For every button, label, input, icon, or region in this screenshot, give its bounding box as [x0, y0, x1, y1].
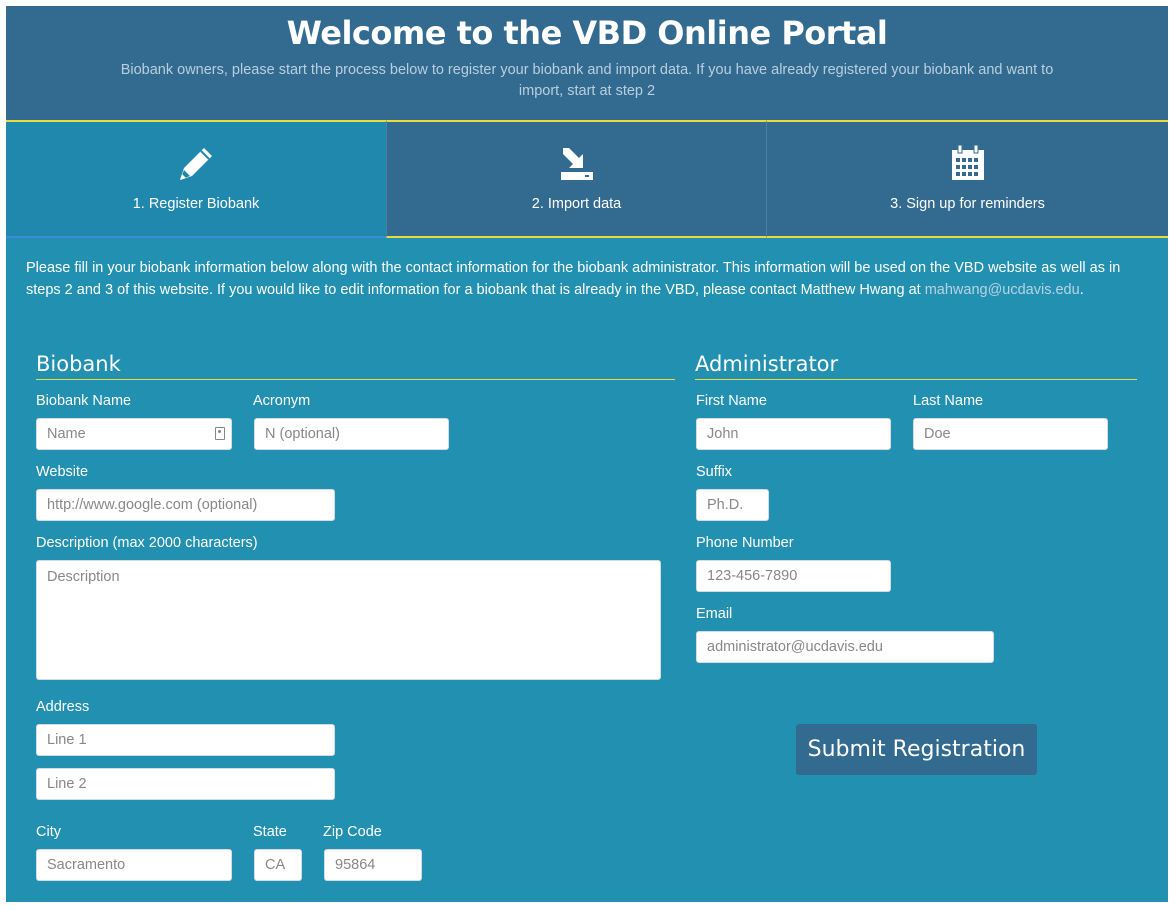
step-tabs: 1. Register Biobank 2. Import data 3. Si… — [6, 120, 1168, 238]
tab-import-data[interactable]: 2. Import data — [386, 120, 766, 238]
phone-number-input[interactable] — [696, 560, 891, 592]
tab-label: 2. Import data — [531, 196, 622, 212]
state-label: State — [253, 824, 287, 840]
biobank-name-wrap — [36, 418, 232, 450]
first-name-input[interactable] — [696, 418, 891, 450]
calendar-icon — [767, 144, 1168, 184]
import-icon — [387, 144, 766, 184]
tab-sign-up-reminders[interactable]: 3. Sign up for reminders — [766, 120, 1168, 238]
biobank-section-title: Biobank — [36, 352, 675, 380]
page-subtitle: Biobank owners, please start the process… — [120, 62, 1054, 99]
intro-text: Please fill in your biobank information … — [26, 258, 1146, 301]
zip-code-input[interactable] — [324, 849, 422, 881]
website-label: Website — [36, 464, 89, 480]
biobank-name-label: Biobank Name — [36, 393, 132, 409]
state-input[interactable] — [254, 849, 302, 881]
contact-email-link[interactable]: mahwang@ucdavis.edu — [925, 282, 1080, 298]
tab-label: 1. Register Biobank — [132, 196, 260, 212]
pencil-icon — [6, 144, 386, 184]
submit-registration-button[interactable]: Submit Registration — [796, 724, 1037, 775]
acronym-label: Acronym — [253, 393, 311, 409]
acronym-input[interactable] — [254, 418, 449, 450]
first-name-label: First Name — [696, 393, 767, 409]
registration-page: Welcome to the VBD Online Portal Biobank… — [6, 6, 1168, 902]
website-input[interactable] — [36, 489, 335, 521]
intro-end: . — [1079, 281, 1084, 298]
email-input[interactable] — [696, 631, 994, 663]
last-name-label: Last Name — [913, 393, 984, 409]
page-title: Welcome to the VBD Online Portal — [286, 14, 888, 52]
city-label: City — [36, 824, 61, 840]
city-input[interactable] — [36, 849, 232, 881]
biobank-name-input[interactable] — [36, 418, 232, 450]
administrator-section-title: Administrator — [695, 352, 1137, 380]
tab-label: 3. Sign up for reminders — [890, 196, 1045, 212]
tab-register-biobank[interactable]: 1. Register Biobank — [6, 120, 386, 238]
address-label: Address — [36, 699, 90, 715]
address-line2-input[interactable] — [36, 768, 335, 800]
description-label: Description (max 2000 characters) — [36, 535, 258, 551]
description-textarea[interactable] — [36, 560, 661, 680]
page-header: Welcome to the VBD Online Portal Biobank… — [6, 6, 1168, 120]
email-label: Email — [696, 606, 733, 622]
suffix-label: Suffix — [696, 464, 733, 480]
zip-code-label: Zip Code — [323, 824, 382, 840]
suffix-input[interactable] — [696, 489, 769, 521]
address-line1-input[interactable] — [36, 724, 335, 756]
contact-card-icon — [215, 427, 225, 440]
last-name-input[interactable] — [913, 418, 1108, 450]
phone-number-label: Phone Number — [696, 535, 794, 551]
